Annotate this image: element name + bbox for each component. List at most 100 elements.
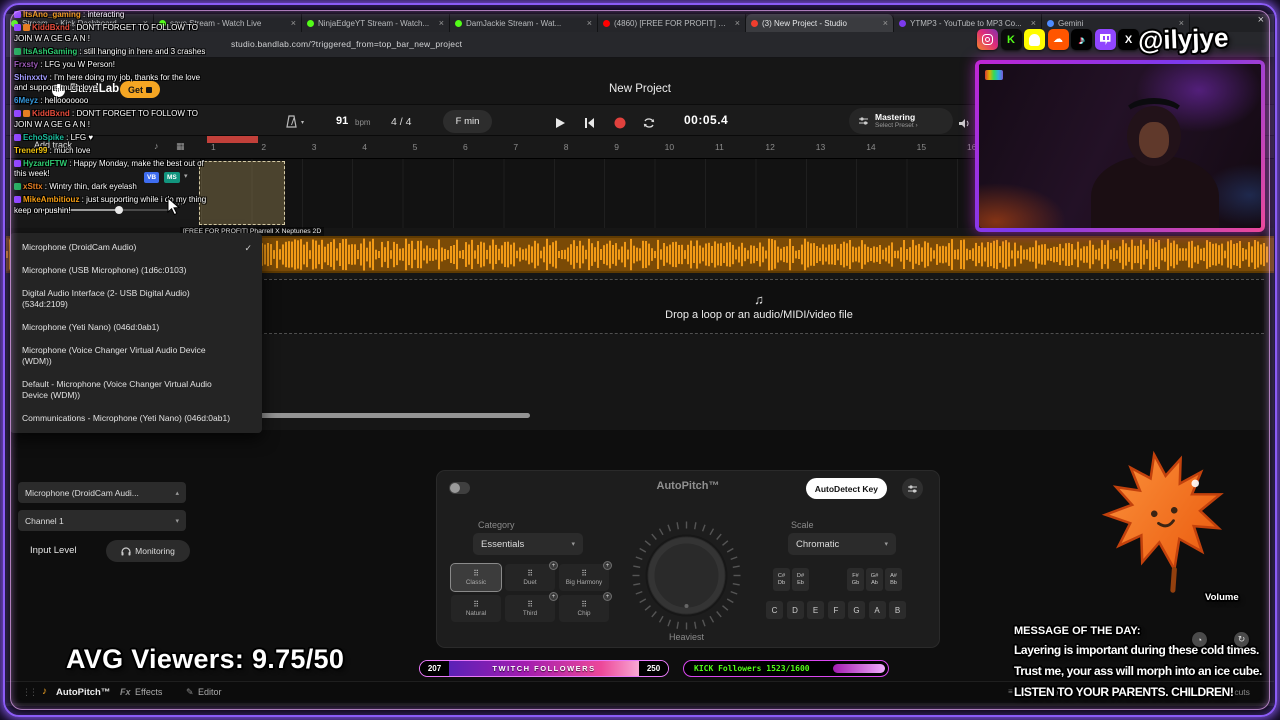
twitch-followers-bar: 207 TWITCH FOLLOWERS 250 xyxy=(419,660,669,677)
key-f[interactable]: F xyxy=(827,601,845,619)
ruler-number: 15 xyxy=(916,142,927,152)
maple-leaf-svg xyxy=(1101,450,1224,593)
browser-tab[interactable]: (4860) [FREE FOR PROFIT] Ph... × xyxy=(598,14,746,32)
mic-device-option[interactable]: Digital Audio Interface (2- USB Digital … xyxy=(10,282,262,316)
ruler-number: 2 xyxy=(261,142,267,152)
headphones-icon xyxy=(121,546,131,555)
drag-handle-icon[interactable]: ⋮⋮ xyxy=(22,687,38,698)
tab-label: (3) New Project - Studio xyxy=(762,18,847,28)
key-d#[interactable]: D# Eb xyxy=(792,568,809,591)
mic-device-option[interactable]: Microphone (Voice Changer Virtual Audio … xyxy=(10,339,262,373)
preset-big-harmony[interactable]: + ⠿ Big Harmony xyxy=(559,561,612,591)
mastering-button[interactable]: Mastering Select Preset › xyxy=(849,108,953,134)
loop-icon[interactable] xyxy=(642,116,656,134)
chat-username: xSttx xyxy=(23,182,43,191)
key-g#[interactable]: G# Ab xyxy=(866,568,883,591)
key-b[interactable]: B xyxy=(889,601,906,619)
tab-close-icon[interactable]: × xyxy=(291,18,296,28)
browser-tab[interactable]: NinjaEdgeYT Stream - Watch... × xyxy=(302,14,450,32)
tab-label: YTMP3 - YouTube to MP3 Co... xyxy=(910,18,1022,28)
mic-device-option[interactable]: Microphone (USB Microphone) (1d6c:0103) xyxy=(10,259,262,282)
key-e[interactable]: E xyxy=(807,601,824,619)
bpm-unit: bpm xyxy=(355,118,371,127)
mic-device-option[interactable]: Default - Microphone (Voice Changer Virt… xyxy=(10,373,262,407)
key-a[interactable]: A xyxy=(868,601,886,619)
chevron-down-icon[interactable]: ▾ xyxy=(301,119,304,126)
tab-close-icon[interactable]: × xyxy=(735,18,740,28)
autopitch-knob[interactable] xyxy=(629,518,744,633)
chevron-up-icon: ▴ xyxy=(175,489,179,497)
preset-duet[interactable]: + ⠿ Duet xyxy=(505,561,558,591)
chevron-down-icon: ▾ xyxy=(571,541,575,548)
mic-device-option[interactable]: Microphone (Yeti Nano) (046d:0ab1) xyxy=(10,316,262,339)
screen: Stream — Kick Dashboard × savo Stream - Wa… xyxy=(0,0,1280,720)
settings-button[interactable] xyxy=(902,478,923,499)
chat-badge xyxy=(14,24,21,31)
chat-badge xyxy=(14,196,21,203)
play-button[interactable] xyxy=(555,116,566,134)
speaker-icon[interactable] xyxy=(958,116,971,134)
browser-tab[interactable]: DamJackie Stream - Wat... × xyxy=(450,14,598,32)
chat-badge xyxy=(14,11,21,18)
editor-tab[interactable]: Editor xyxy=(198,687,222,697)
chat-username: KiddBxnd xyxy=(32,23,70,32)
ruler-number: 10 xyxy=(664,142,675,152)
chat-username: KiddBxnd xyxy=(32,109,70,118)
kick-followers-bar: KICK Followers 1523/1600 xyxy=(683,660,889,677)
mic-select[interactable]: Microphone (DroidCam Audi... ▴ xyxy=(18,482,186,503)
ruler-number: 13 xyxy=(815,142,826,152)
autopitch-presets: ⠿ Classic + ⠿ Duet + ⠿ Big Harmony ⠿ Natural + ⠿ Thi… xyxy=(450,561,612,622)
chat-badge xyxy=(14,47,21,55)
timecode: 00:05.4 xyxy=(684,113,729,127)
browser-tab[interactable]: (3) New Project - Studio × xyxy=(746,14,894,32)
close-icon[interactable]: × xyxy=(1258,14,1264,26)
tab-close-icon[interactable]: × xyxy=(883,18,888,28)
chat-username: 6Meyz xyxy=(14,96,39,105)
autopitch-panel: AutoPitch™ AutoDetect Key Category Essen… xyxy=(436,470,940,648)
key-f#[interactable]: F# Gb xyxy=(847,568,864,591)
bottombar-autopitch-tab[interactable]: AutoPitch™ xyxy=(56,687,110,698)
autodetect-key-button[interactable]: AutoDetect Key xyxy=(805,478,887,499)
ruler-number: 11 xyxy=(715,142,724,152)
monitoring-toggle[interactable]: Monitoring xyxy=(106,540,190,562)
avg-viewers-text: AVG Viewers: 9.75/50 xyxy=(66,644,345,674)
chat-badge xyxy=(14,133,21,141)
category-select[interactable]: Essentials ▾ xyxy=(473,533,583,555)
preset-third[interactable]: + ⠿ Third xyxy=(505,592,558,622)
key-c#[interactable]: C# Db xyxy=(773,568,790,591)
chat-badge xyxy=(23,110,30,117)
mic-device-option[interactable]: Microphone (DroidCam Audio) ✓ xyxy=(10,236,262,259)
streamer-body xyxy=(1091,156,1219,228)
time-signature[interactable]: 4 / 4 xyxy=(391,116,411,128)
streamer-face xyxy=(1139,122,1169,158)
metronome-icon[interactable] xyxy=(286,115,297,133)
preset-chip[interactable]: + ⠿ Chip xyxy=(559,592,612,622)
chat-username: ItsAshGaming xyxy=(23,46,78,56)
premium-badge-icon: + xyxy=(549,561,558,570)
effects-tab[interactable]: Effects xyxy=(135,687,162,697)
autopitch-toggle[interactable] xyxy=(449,482,470,494)
tab-close-icon[interactable]: × xyxy=(587,18,592,28)
tab-close-icon[interactable]: × xyxy=(1031,18,1036,28)
skip-back-button[interactable] xyxy=(584,116,595,134)
url-text[interactable]: studio.bandlab.com/?triggered_from=top_b… xyxy=(231,39,462,49)
key-c[interactable]: C xyxy=(766,601,783,619)
key-a#[interactable]: A# Bb xyxy=(885,568,902,591)
preset-natural[interactable]: ⠿ Natural xyxy=(451,595,501,622)
webcam-logo xyxy=(985,70,1003,80)
preset-classic[interactable]: ⠿ Classic xyxy=(450,563,502,592)
record-button[interactable] xyxy=(614,116,626,134)
tab-close-icon[interactable]: × xyxy=(439,18,444,28)
chat-text: still hanging in here and 3 crashes xyxy=(83,46,206,56)
bpm-value[interactable]: 91 xyxy=(336,115,348,127)
scale-select[interactable]: Chromatic ▾ xyxy=(788,533,896,555)
key-signature-pill[interactable]: F min xyxy=(443,110,492,133)
chat-message: xSttx : Wintry thin, dark eyelash xyxy=(14,182,212,193)
mic-device-option[interactable]: Communications - Microphone (Yeti Nano) … xyxy=(10,407,262,430)
key-g[interactable]: G xyxy=(848,601,865,619)
horizontal-scrollbar[interactable] xyxy=(258,413,530,418)
key-d[interactable]: D xyxy=(786,601,804,619)
channel-select[interactable]: Channel 1 ▾ xyxy=(18,510,186,531)
drop-zone[interactable]: ♫ Drop a loop or an audio/MIDI/video fil… xyxy=(254,279,1264,334)
chat-text: LFG you W Person! xyxy=(44,59,115,69)
